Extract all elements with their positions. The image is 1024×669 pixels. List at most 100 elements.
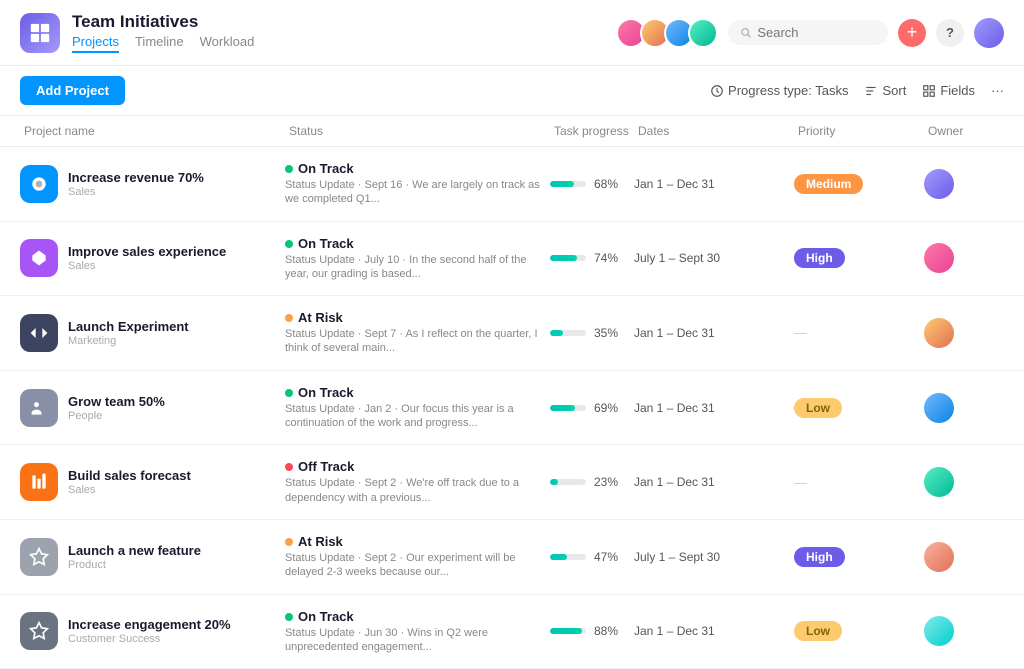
project-category: People	[68, 410, 165, 422]
progress-cell: 74%	[550, 251, 634, 265]
owner-avatar	[924, 467, 954, 497]
project-name-cell: Increase revenue 70% Sales	[20, 165, 285, 203]
dates-cell: Jan 1 – Dec 31	[634, 475, 794, 489]
tab-workload[interactable]: Workload	[200, 34, 255, 53]
col-priority: Priority	[794, 124, 924, 138]
project-category: Product	[68, 559, 201, 571]
priority-cell: —	[794, 475, 924, 490]
progress-bar-fill	[550, 628, 582, 634]
owner-cell	[924, 616, 1004, 646]
project-icon	[20, 165, 58, 203]
col-task-progress: Task progress	[550, 124, 634, 138]
add-button[interactable]: +	[898, 19, 926, 47]
status-label: At Risk	[285, 310, 550, 325]
table-row[interactable]: Increase engagement 20% Customer Success…	[0, 595, 1024, 669]
status-label: On Track	[285, 161, 550, 176]
owner-cell	[924, 169, 1004, 199]
more-options-button[interactable]: ···	[991, 83, 1004, 98]
search-box[interactable]	[728, 20, 888, 45]
progress-bar-fill	[550, 181, 574, 187]
owner-avatar	[924, 243, 954, 273]
dates-cell: Jan 1 – Dec 31	[634, 326, 794, 340]
tab-timeline[interactable]: Timeline	[135, 34, 184, 53]
owner-cell	[924, 467, 1004, 497]
search-input[interactable]	[757, 25, 876, 40]
project-icon	[20, 538, 58, 576]
status-cell: On Track Status Update · Jun 30 · Wins i…	[285, 609, 550, 655]
priority-badge: —	[794, 325, 807, 340]
sort-button[interactable]: Sort	[864, 83, 906, 98]
owner-avatar	[924, 318, 954, 348]
table-row[interactable]: Increase revenue 70% Sales On Track Stat…	[0, 147, 1024, 222]
priority-cell: Low	[794, 398, 924, 418]
progress-bar-bg	[550, 181, 586, 187]
project-icon	[20, 239, 58, 277]
fields-label: Fields	[940, 83, 975, 98]
col-owner: Owner	[924, 124, 1004, 138]
project-name-cell: Launch a new feature Product	[20, 538, 285, 576]
status-cell: On Track Status Update · July 10 · In th…	[285, 236, 550, 282]
dates-cell: Jan 1 – Dec 31	[634, 401, 794, 415]
help-button[interactable]: ?	[936, 19, 964, 47]
table-row[interactable]: Launch a new feature Product At Risk Sta…	[0, 520, 1024, 595]
progress-cell: 69%	[550, 401, 634, 415]
table-row[interactable]: Improve sales experience Sales On Track …	[0, 222, 1024, 297]
status-cell: On Track Status Update · Sept 16 · We ar…	[285, 161, 550, 207]
progress-cell: 47%	[550, 550, 634, 564]
project-name-cell: Increase engagement 20% Customer Success	[20, 612, 285, 650]
status-update: Status Update · Sept 7 · As I reflect on…	[285, 327, 550, 356]
status-dot	[285, 389, 293, 397]
progress-bar-bg	[550, 628, 586, 634]
owner-avatar	[924, 169, 954, 199]
owner-avatar	[924, 393, 954, 423]
status-label: At Risk	[285, 534, 550, 549]
project-name: Grow team 50%	[68, 394, 165, 409]
table-row[interactable]: Build sales forecast Sales Off Track Sta…	[0, 445, 1024, 520]
progress-percent: 74%	[594, 251, 624, 265]
status-label: On Track	[285, 385, 550, 400]
tab-projects[interactable]: Projects	[72, 34, 119, 53]
status-dot	[285, 538, 293, 546]
status-dot	[285, 613, 293, 621]
progress-percent: 88%	[594, 624, 624, 638]
priority-cell: Medium	[794, 174, 924, 194]
app-title: Team Initiatives	[72, 12, 254, 32]
progress-type-selector[interactable]: Progress type: Tasks	[710, 83, 848, 98]
project-name: Increase engagement 20%	[68, 617, 231, 632]
table-row[interactable]: Grow team 50% People On Track Status Upd…	[0, 371, 1024, 446]
progress-cell: 88%	[550, 624, 634, 638]
status-label: Off Track	[285, 459, 550, 474]
status-update: Status Update · Sept 2 · We're off track…	[285, 476, 550, 505]
owner-cell	[924, 243, 1004, 273]
user-avatar[interactable]	[974, 18, 1004, 48]
team-avatars	[616, 18, 718, 48]
dates-cell: July 1 – Sept 30	[634, 251, 794, 265]
progress-bar-bg	[550, 330, 586, 336]
dates-cell: Jan 1 – Dec 31	[634, 177, 794, 191]
priority-badge: High	[794, 248, 845, 268]
priority-cell: High	[794, 248, 924, 268]
status-update: Status Update · July 10 · In the second …	[285, 253, 550, 282]
project-name: Build sales forecast	[68, 468, 191, 483]
add-project-button[interactable]: Add Project	[20, 76, 125, 105]
priority-badge: Low	[794, 398, 842, 418]
table-row[interactable]: Launch Experiment Marketing At Risk Stat…	[0, 296, 1024, 371]
project-icon	[20, 463, 58, 501]
project-icon	[20, 314, 58, 352]
priority-badge: High	[794, 547, 845, 567]
owner-avatar	[924, 616, 954, 646]
status-label: On Track	[285, 609, 550, 624]
progress-type-label: Progress type: Tasks	[728, 83, 848, 98]
progress-bar-fill	[550, 405, 575, 411]
progress-bar-fill	[550, 330, 563, 336]
fields-button[interactable]: Fields	[922, 83, 975, 98]
priority-badge: Medium	[794, 174, 863, 194]
progress-percent: 69%	[594, 401, 624, 415]
priority-cell: High	[794, 547, 924, 567]
progress-bar-fill	[550, 255, 577, 261]
progress-bar-bg	[550, 255, 586, 261]
project-category: Sales	[68, 260, 226, 272]
project-category: Marketing	[68, 335, 189, 347]
progress-cell: 23%	[550, 475, 634, 489]
project-icon	[20, 389, 58, 427]
